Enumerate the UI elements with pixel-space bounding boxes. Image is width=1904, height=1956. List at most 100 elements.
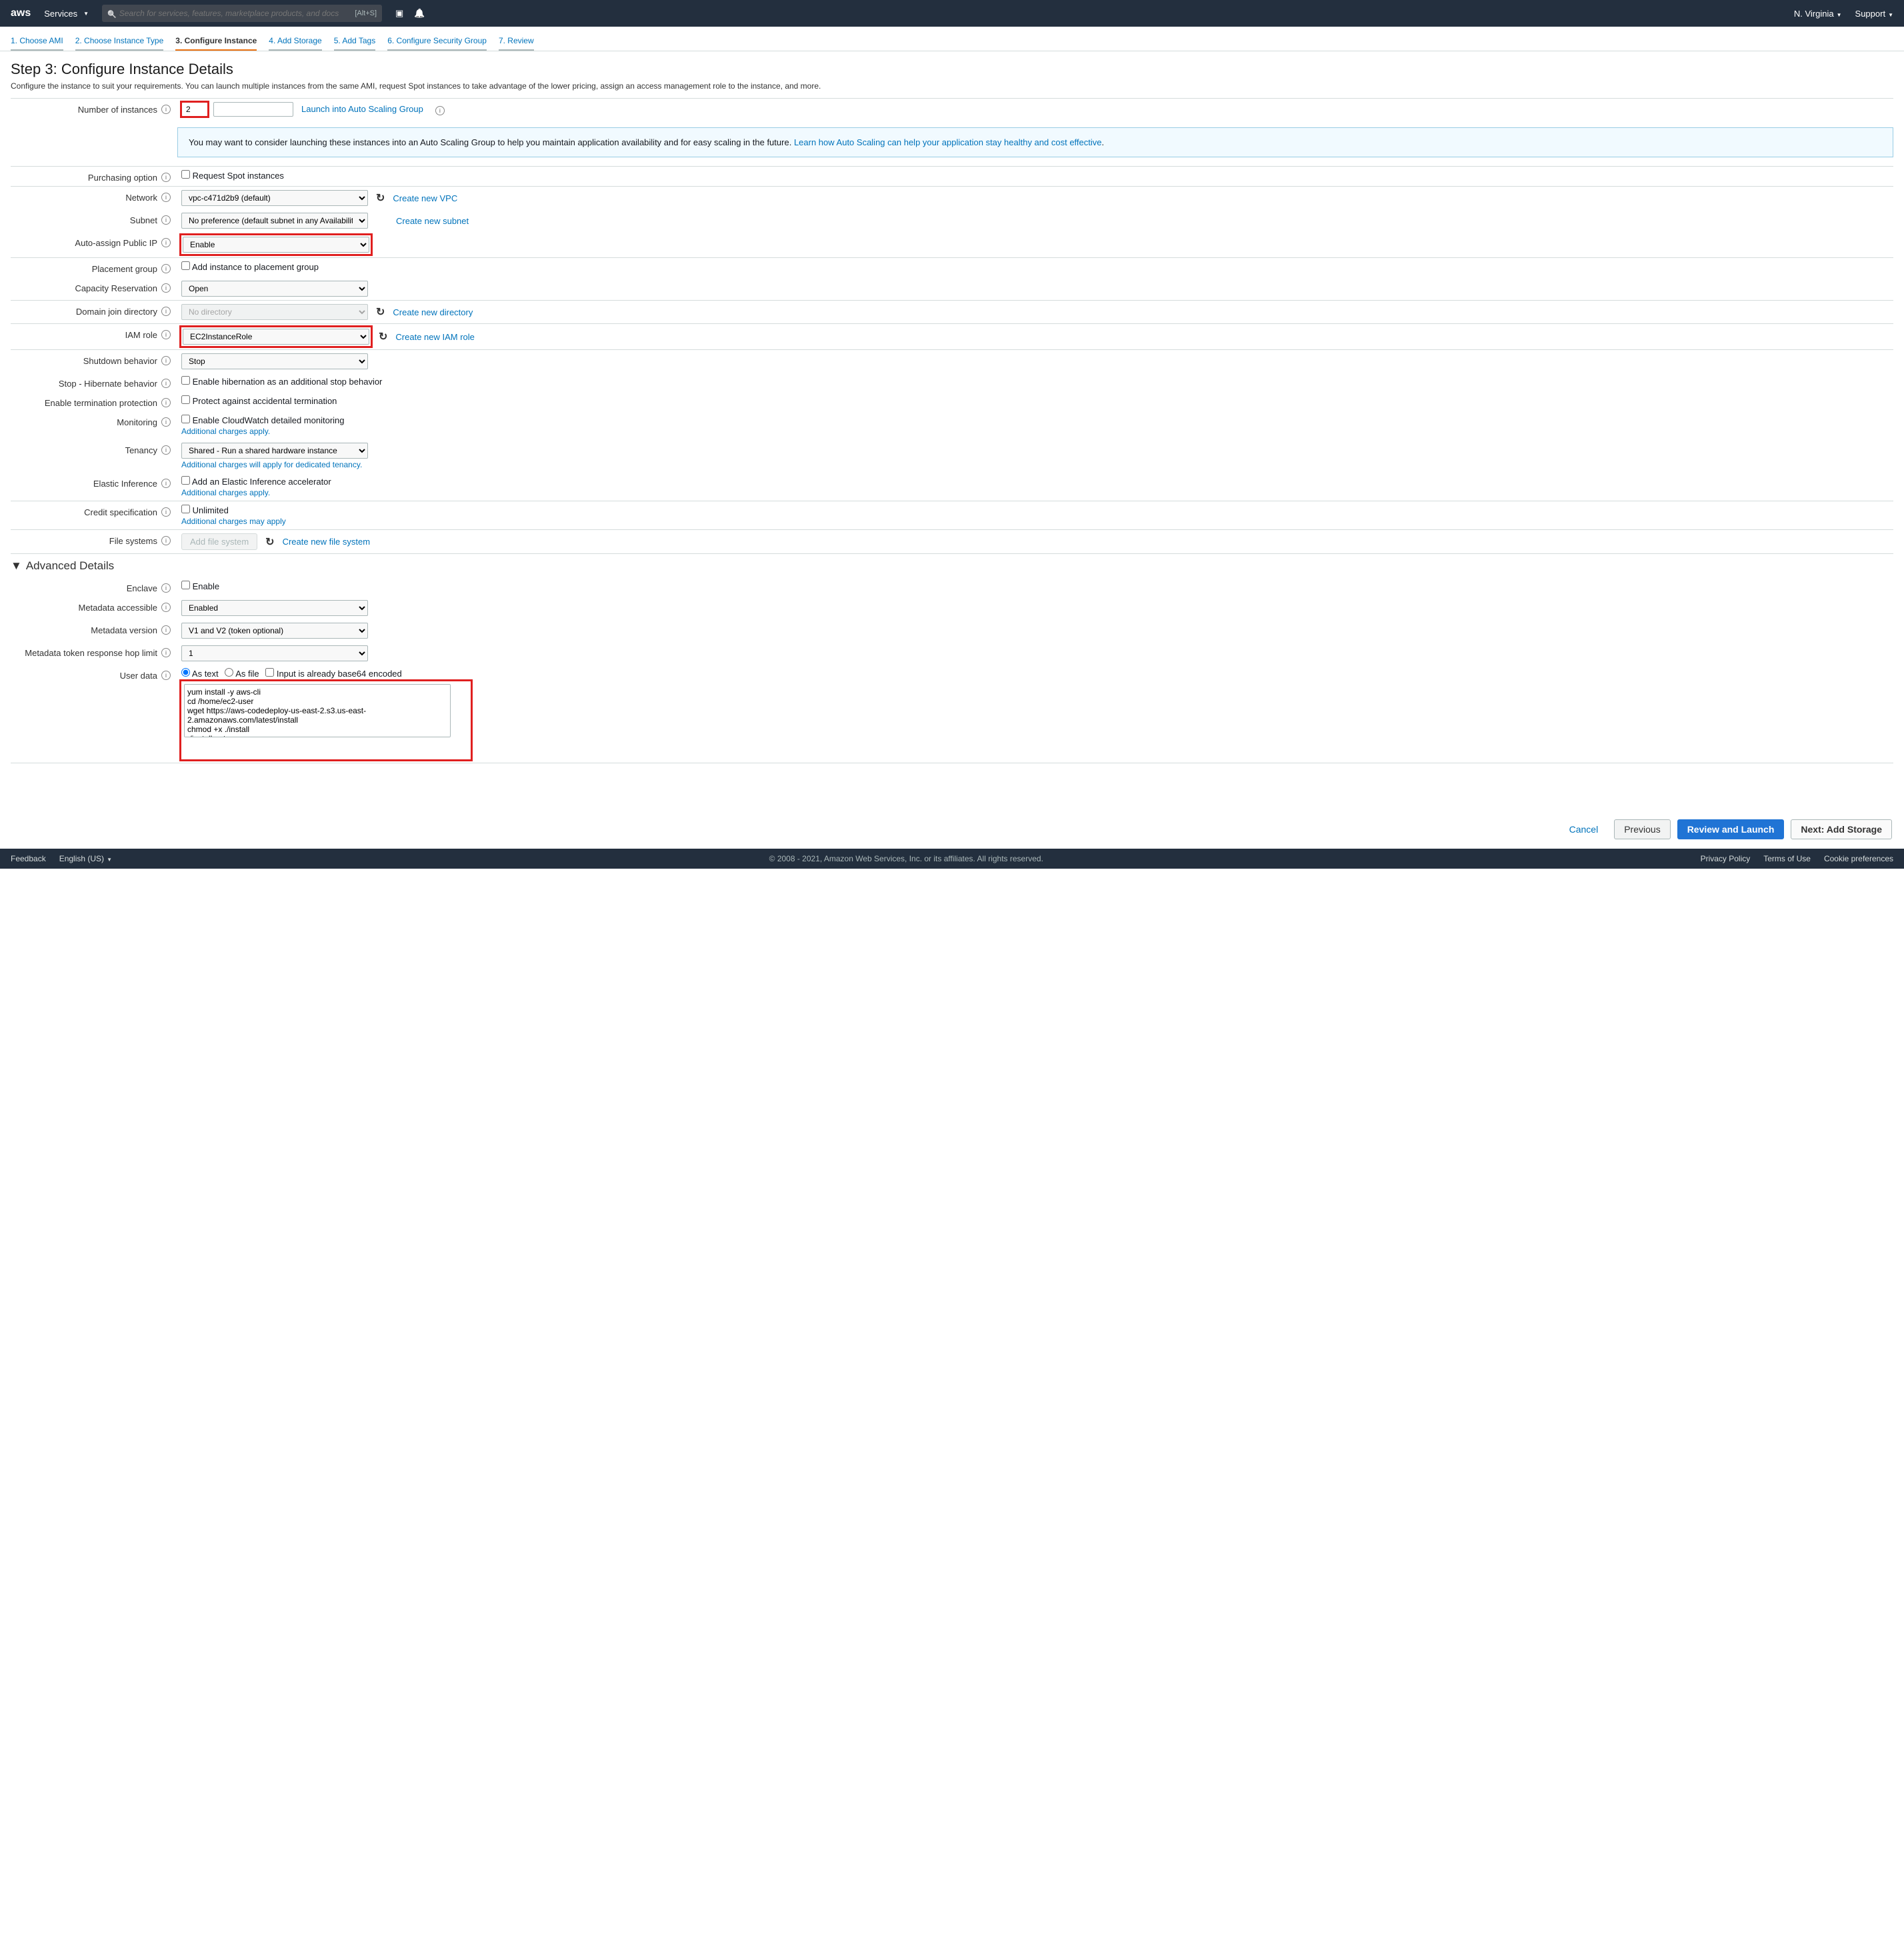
refresh-icon[interactable]: ↻ [376,305,385,319]
info-icon[interactable]: i [161,193,171,202]
auto-assign-ip-select[interactable]: Enable [183,237,369,253]
userdata-base64-checkbox[interactable] [265,668,274,677]
services-menu[interactable]: Services [44,9,89,19]
placement-group-checkbox[interactable] [181,261,190,270]
info-icon[interactable]: i [161,536,171,545]
info-icon[interactable]: i [161,625,171,635]
credit-charges-link[interactable]: Additional charges may apply [181,517,286,526]
feedback-link[interactable]: Feedback [11,854,46,863]
label-metadata-accessible: Metadata accessible [11,600,157,613]
refresh-icon[interactable]: ↻ [379,330,387,343]
launch-asg-link[interactable]: Launch into Auto Scaling Group [301,104,423,114]
userdata-as-text-radio[interactable] [181,668,190,677]
label-metadata-version: Metadata version [11,623,157,635]
subnet-select[interactable]: No preference (default subnet in any Ava… [181,213,368,229]
info-icon[interactable]: i [161,173,171,182]
language-select[interactable]: English (US) [59,854,112,863]
notifications-icon[interactable] [414,8,425,19]
elastic-inference-charges-link[interactable]: Additional charges apply. [181,488,270,497]
info-icon[interactable]: i [161,445,171,455]
refresh-icon[interactable]: ↻ [265,535,274,549]
capacity-reservation-select[interactable]: Open [181,281,368,297]
enclave-checkbox[interactable] [181,581,190,589]
advanced-details-toggle[interactable]: ▼ Advanced Details [11,554,1893,578]
privacy-link[interactable]: Privacy Policy [1701,854,1751,863]
network-select[interactable]: vpc-c471d2b9 (default) [181,190,368,206]
label-iam-role: IAM role [11,327,157,340]
tab-choose-ami[interactable]: 1. Choose AMI [11,32,63,51]
info-icon[interactable]: i [161,215,171,225]
cancel-button[interactable]: Cancel [1560,819,1608,839]
label-termination-protection: Enable termination protection [11,395,157,408]
request-spot-checkbox[interactable] [181,170,190,179]
info-icon[interactable]: i [161,479,171,488]
elastic-inference-checkbox[interactable] [181,476,190,485]
info-icon[interactable]: i [161,105,171,114]
refresh-icon[interactable]: ↻ [376,191,385,205]
info-icon[interactable]: i [161,398,171,407]
tab-add-tags[interactable]: 5. Add Tags [334,32,376,51]
aws-logo[interactable]: aws [11,7,31,19]
search-wrap: [Alt+S] [102,5,382,22]
support-menu[interactable]: Support [1855,9,1893,19]
create-subnet-link[interactable]: Create new subnet [396,216,469,226]
info-icon[interactable]: i [161,417,171,427]
info-icon[interactable]: i [161,671,171,680]
info-icon[interactable]: i [161,603,171,612]
tenancy-select[interactable]: Shared - Run a shared hardware instance [181,443,368,459]
info-icon[interactable]: i [161,379,171,388]
terms-link[interactable]: Terms of Use [1763,854,1811,863]
info-icon[interactable]: i [161,283,171,293]
shutdown-behavior-select[interactable]: Stop [181,353,368,369]
userdata-as-file-radio[interactable] [225,668,233,677]
asg-alert-link[interactable]: Learn how Auto Scaling can help your app… [794,137,1102,147]
label-file-systems: File systems [11,533,157,546]
termination-protection-checkbox[interactable] [181,395,190,404]
create-vpc-link[interactable]: Create new VPC [393,193,457,203]
info-icon[interactable]: i [161,238,171,247]
asg-info-alert: You may want to consider launching these… [177,127,1893,158]
elastic-inference-label: Add an Elastic Inference accelerator [192,477,331,487]
number-of-instances-input[interactable] [181,102,208,117]
info-icon[interactable]: i [161,356,171,365]
info-icon[interactable]: i [435,106,445,115]
monitoring-charges-link[interactable]: Additional charges apply. [181,427,270,436]
label-hibernate: Stop - Hibernate behavior [11,376,157,389]
previous-button[interactable]: Previous [1614,819,1670,839]
domain-join-select[interactable]: No directory [181,304,368,320]
create-file-system-link[interactable]: Create new file system [283,537,371,547]
credit-spec-checkbox[interactable] [181,505,190,513]
tab-add-storage[interactable]: 4. Add Storage [269,32,321,51]
search-shortcut: [Alt+S] [355,9,377,17]
info-icon[interactable]: i [161,264,171,273]
iam-role-select[interactable]: EC2InstanceRole [183,329,369,345]
tenancy-charges-link[interactable]: Additional charges will apply for dedica… [181,460,362,469]
tab-choose-instance-type[interactable]: 2. Choose Instance Type [75,32,164,51]
userdata-textarea[interactable]: yum install -y aws-cli cd /home/ec2-user… [184,684,451,737]
create-iam-role-link[interactable]: Create new IAM role [395,332,475,342]
metadata-version-select[interactable]: V1 and V2 (token optional) [181,623,368,639]
info-icon[interactable]: i [161,330,171,339]
search-icon [107,9,117,19]
metadata-hop-select[interactable]: 1 [181,645,368,661]
info-icon[interactable]: i [161,307,171,316]
info-icon[interactable]: i [161,648,171,657]
create-directory-link[interactable]: Create new directory [393,307,473,317]
cookies-link[interactable]: Cookie preferences [1824,854,1893,863]
region-selector[interactable]: N. Virginia [1794,9,1842,19]
info-icon[interactable]: i [161,507,171,517]
number-of-instances-extra[interactable] [213,102,293,117]
tab-review[interactable]: 7. Review [499,32,534,51]
info-icon[interactable]: i [161,583,171,593]
monitoring-checkbox[interactable] [181,415,190,423]
tab-configure-security-group[interactable]: 6. Configure Security Group [387,32,487,51]
metadata-accessible-select[interactable]: Enabled [181,600,368,616]
search-input[interactable] [117,6,351,21]
userdata-as-text-label: As text [192,669,219,679]
hibernate-checkbox[interactable] [181,376,190,385]
userdata-as-file-label: As file [235,669,259,679]
review-launch-button[interactable]: Review and Launch [1677,819,1785,839]
next-button[interactable]: Next: Add Storage [1791,819,1892,839]
cloudshell-icon[interactable] [395,8,403,19]
tab-configure-instance[interactable]: 3. Configure Instance [175,32,257,51]
